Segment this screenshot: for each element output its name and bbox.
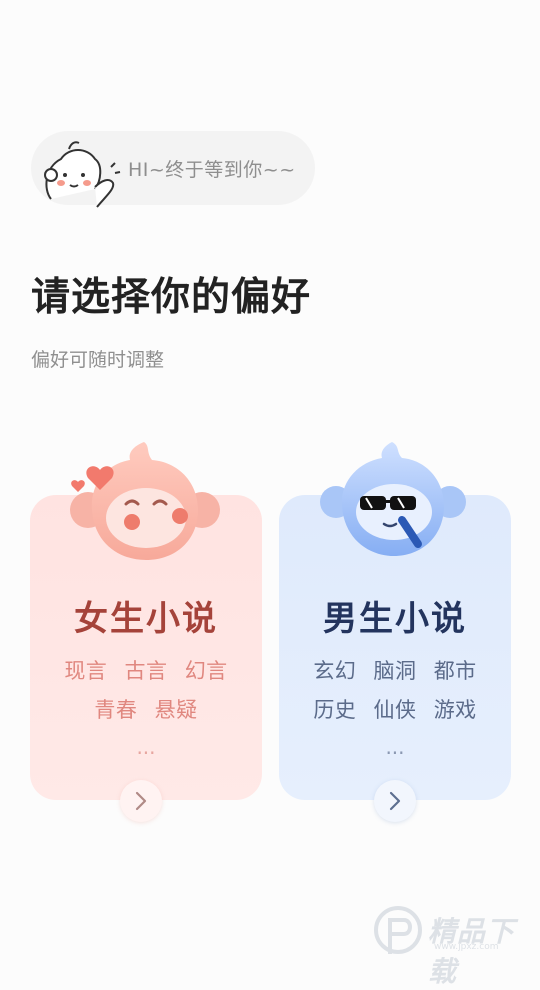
card-title: 女生小说 xyxy=(74,599,218,639)
greeting-bubble: HI~终于等到你~~ xyxy=(31,131,315,208)
tag-list: 玄幻 脑洞 都市 历史 仙侠 游戏 xyxy=(279,655,511,733)
tag: 都市 xyxy=(433,659,477,683)
page-subtitle: 偏好可随时调整 xyxy=(31,349,165,371)
greeting-text: HI~终于等到你~~ xyxy=(128,159,296,181)
chevron-right-icon xyxy=(389,791,401,811)
tag: 历史 xyxy=(313,698,357,722)
tag: 幻言 xyxy=(184,659,228,683)
tag: 悬疑 xyxy=(154,698,198,722)
chevron-right-icon xyxy=(135,791,147,811)
tag: 青春 xyxy=(94,698,138,722)
watermark: 精品下载 www.jpxz.com xyxy=(372,902,540,988)
watermark-url: www.jpxz.com xyxy=(434,942,499,952)
tag: 脑洞 xyxy=(373,659,417,683)
tag: 游戏 xyxy=(433,698,477,722)
more-ellipsis: ... xyxy=(136,735,156,759)
female-select-button[interactable] xyxy=(120,780,162,822)
monkey-waving-icon xyxy=(44,141,121,208)
card-title: 男生小说 xyxy=(323,599,467,639)
tag-list: 现言 古言 幻言 青春 悬疑 xyxy=(30,655,262,733)
male-select-button[interactable] xyxy=(374,780,416,822)
page-title: 请选择你的偏好 xyxy=(31,275,312,320)
tag: 现言 xyxy=(64,659,108,683)
pink-monkey-mascot-icon xyxy=(70,442,220,560)
tag: 仙侠 xyxy=(373,698,417,722)
tag: 玄幻 xyxy=(313,659,357,683)
more-ellipsis: ... xyxy=(385,735,405,759)
blue-monkey-mascot-icon xyxy=(320,442,466,556)
tag: 古言 xyxy=(124,659,168,683)
watermark-logo-icon xyxy=(374,906,422,954)
